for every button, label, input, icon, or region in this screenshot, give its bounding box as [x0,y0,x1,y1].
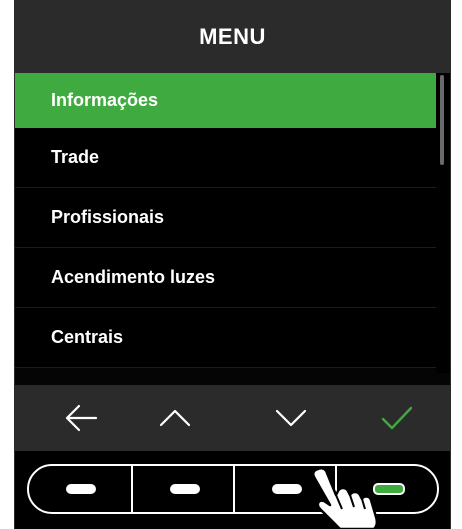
menu-item-label: Centrais [51,327,124,347]
menu-header: MENU [15,0,450,73]
scroll-down-button[interactable] [251,385,331,451]
scrollbar[interactable] [436,73,450,373]
menu-item-label: Profissionais [51,207,165,227]
hardware-button-strip [15,451,450,529]
back-button[interactable] [41,385,121,451]
menu-item-acendimento-luzes[interactable]: Acendimento luzes [15,248,436,308]
menu-item-informacoes[interactable]: Informações [15,73,436,128]
menu-item-label: Informações [51,89,159,110]
confirm-button[interactable] [357,385,437,451]
arrow-left-icon [65,404,98,432]
key-indicator [169,484,200,494]
menu-list: Informações Trade Profissionais Acendime… [15,73,436,373]
checkmark-icon [381,406,413,430]
chevron-up-icon [159,409,191,427]
chevron-down-icon [275,409,307,427]
menu-item-profissionais[interactable]: Profissionais [15,188,436,248]
device-screen: MENU Informações Trade Profissionais Ace… [14,0,451,529]
key-indicator [65,484,96,494]
hardware-key-back[interactable] [29,477,132,501]
menu-item-label: Trade [51,147,100,167]
page-title: MENU [199,23,266,49]
navigation-bar [15,385,450,451]
hand-pointer-icon [311,466,379,529]
hardware-key-up[interactable] [133,477,236,501]
menu-item-trade[interactable]: Trade [15,128,436,188]
scroll-up-button[interactable] [135,385,215,451]
menu-item-centrais[interactable]: Centrais [15,308,436,368]
key-indicator [271,484,302,494]
scrollbar-thumb[interactable] [440,75,444,165]
menu-item-label: Acendimento luzes [51,267,216,287]
